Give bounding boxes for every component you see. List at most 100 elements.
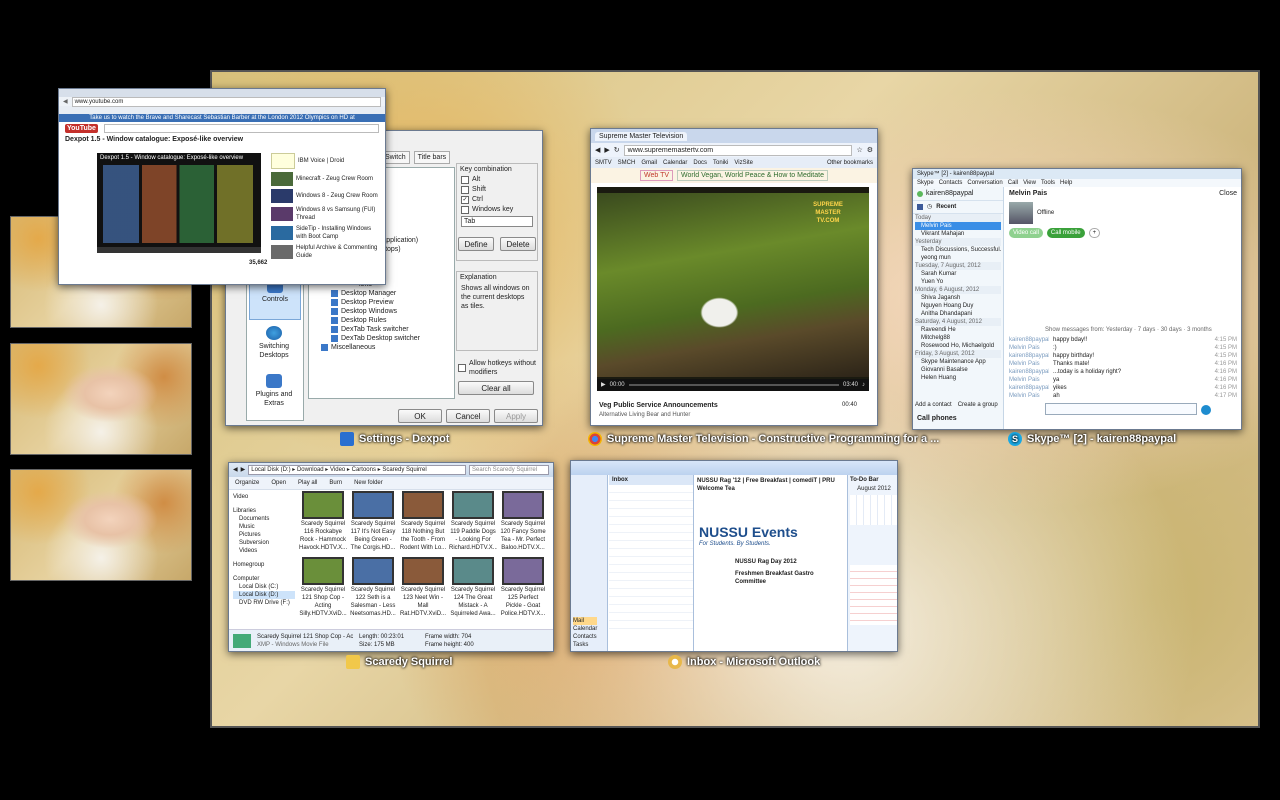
nav-item[interactable]: Music (233, 523, 295, 531)
related-video[interactable]: SideTip - Installing Windows with Boot C… (271, 225, 381, 241)
reload-icon[interactable]: ↻ (614, 146, 620, 155)
menu-item[interactable]: Conversation (967, 179, 1002, 187)
youtube-logo[interactable]: YouTube (65, 124, 98, 133)
nav-web-tv[interactable]: Web TV (640, 170, 674, 181)
contact-item[interactable]: Mitchelg88 (915, 334, 1001, 342)
related-video[interactable]: Windows 8 vs Samsung (FUI) Thread (271, 206, 381, 222)
call-phones-link[interactable]: Call phones (917, 414, 957, 423)
contact-item[interactable]: Skype Maintenance App (915, 358, 1001, 366)
bookmark[interactable]: Calendar (663, 159, 687, 167)
delete-button[interactable]: Delete (500, 237, 536, 251)
message-input[interactable] (1045, 403, 1197, 415)
nav-world-vegan[interactable]: World Vegan, World Peace & How to Medita… (677, 170, 828, 181)
youtube-search-input[interactable] (103, 124, 379, 133)
video-controls[interactable] (97, 247, 261, 253)
nav-item[interactable]: Pictures (233, 531, 295, 539)
contact-item[interactable]: Rosewood Ho, Michaelgold (915, 342, 1001, 350)
nav-mail[interactable]: Mail (573, 617, 598, 625)
breadcrumb-item[interactable]: Download (297, 467, 324, 473)
menu-item[interactable]: Tools (1041, 179, 1055, 187)
skype-profile[interactable]: kairen88paypal (913, 187, 1003, 200)
nav-item[interactable]: Subversion (233, 539, 295, 547)
tree-item[interactable]: Desktop Rules (331, 316, 420, 325)
message-history-filter[interactable]: Show messages from: Yesterday · 7 days ·… (1005, 240, 1241, 336)
wrench-icon[interactable]: ⚙ (867, 146, 873, 155)
video-player[interactable]: SUPREME MASTER TV.COM ▶ 00:00 03:40 ♪ (597, 187, 869, 391)
nav-calendar[interactable]: Calendar (573, 625, 597, 633)
contact-item[interactable]: Giovanni Basalse (915, 366, 1001, 374)
back-icon[interactable]: ◀ (595, 146, 600, 155)
menu-item[interactable]: Skype (917, 179, 934, 187)
explorer-caption[interactable]: Scaredy Squirrel (346, 655, 452, 669)
nav-item[interactable]: Libraries (233, 507, 295, 515)
nav-item[interactable]: Videos (233, 547, 295, 555)
related-video[interactable]: Helpful Archive & Commenting Guide (271, 244, 381, 260)
volume-icon[interactable]: ♪ (862, 381, 865, 389)
clear-all-button[interactable]: Clear all (458, 381, 534, 395)
recent-tab[interactable]: Recent (936, 203, 956, 211)
checkbox-alt[interactable]: Alt (461, 175, 533, 184)
menu-item[interactable]: Help (1060, 179, 1072, 187)
nav-item[interactable]: Local Disk (D:) (233, 591, 295, 599)
play-icon[interactable]: ▶ (601, 381, 606, 389)
video-controls[interactable]: ▶ 00:00 03:40 ♪ (597, 379, 869, 391)
checkbox-ctrl[interactable]: ✓ Ctrl (461, 195, 533, 204)
nav-item[interactable]: Local Disk (C:) (233, 583, 295, 591)
video-call-button[interactable]: Video call (1009, 228, 1043, 238)
bookmark[interactable]: Other bookmarks (827, 159, 873, 167)
message-rows[interactable] (609, 485, 693, 635)
tree-item[interactable]: Desktop Windows (331, 307, 420, 316)
sidebar-plugins[interactable]: Plugins and Extras (249, 370, 299, 416)
call-mobile-button[interactable]: Call mobile (1046, 228, 1085, 238)
nav-item[interactable]: Computer (233, 575, 295, 583)
tab-title-bars[interactable]: Title bars (413, 151, 451, 164)
ok-button[interactable]: OK (398, 409, 442, 423)
video-file[interactable]: Scaredy Squirrel 122 Seth is a Salesman … (349, 557, 397, 621)
explorer-window[interactable]: ◀ ▶ Local Disk (D:) ▸ Download ▸ Video ▸ … (228, 462, 554, 652)
bookmark[interactable]: Gmail (641, 159, 657, 167)
contact-item[interactable]: Vikrant Mahajan (915, 230, 1001, 238)
breadcrumb[interactable]: Local Disk (D:) ▸ Download ▸ Video ▸ Car… (248, 465, 466, 475)
skype-caption[interactable]: S Skype™ [2] - kairen88paypal (1008, 432, 1176, 446)
tree-item[interactable]: DexTab Desktop switcher (331, 334, 420, 343)
tree-item[interactable]: Miscellaneous (321, 343, 420, 352)
star-icon[interactable]: ☆ (856, 146, 862, 155)
chat-close-button[interactable]: Close (1219, 189, 1237, 198)
checkbox-windows-key[interactable]: Windows key (461, 205, 533, 214)
bookmark[interactable]: SMTV (595, 159, 612, 167)
nav-item[interactable]: Documents (233, 515, 295, 523)
nav-item[interactable]: Video (233, 493, 295, 501)
nav-item[interactable]: Homegroup (233, 561, 295, 569)
menu-item[interactable]: Contacts (939, 179, 963, 187)
nav-tasks[interactable]: Tasks (573, 641, 597, 649)
define-button[interactable]: Define (458, 237, 494, 251)
outlook-caption[interactable]: Inbox - Microsoft Outlook (668, 655, 820, 669)
video-file[interactable]: Scaredy Squirrel 116 Rockabye Rock - Ham… (299, 491, 347, 555)
video-file[interactable]: Scaredy Squirrel 125 Perfect Pickle - Go… (499, 557, 547, 621)
add-contact-button[interactable]: Add a contact (915, 401, 952, 409)
menu-item[interactable]: View (1023, 179, 1036, 187)
video-file[interactable]: Scaredy Squirrel 121 Shop Cop - Acting S… (299, 557, 347, 621)
contact-item[interactable]: Shiva Jagansh (915, 294, 1001, 302)
cancel-button[interactable]: Cancel (446, 409, 490, 423)
video-player[interactable]: Dexpot 1.5 - Window catalogue: Exposé-li… (97, 153, 261, 253)
bookmark[interactable]: Docs (693, 159, 707, 167)
virtual-desktop-thumbnail-2[interactable] (10, 343, 192, 455)
contact-item[interactable]: Yuen Yo (915, 278, 1001, 286)
video-file[interactable]: Scaredy Squirrel 120 Fancy Some Tea - Mr… (499, 491, 547, 555)
contact-item[interactable]: Helen Huang (915, 374, 1001, 382)
youtube-browser-window[interactable]: ◀ www.youtube.com Take us to watch the B… (58, 88, 386, 285)
url-field[interactable]: www.youtube.com (71, 96, 381, 107)
video-file[interactable]: Scaredy Squirrel 118 Nothing But the Too… (399, 491, 447, 555)
smtv-caption[interactable]: Supreme Master Television - Constructive… (588, 432, 939, 446)
apply-button[interactable]: Apply (494, 409, 538, 423)
contact-item[interactable]: Melvin Pais (915, 222, 1001, 230)
facebook-icon[interactable] (917, 204, 923, 210)
url-field[interactable]: www.suprememastertv.com (623, 144, 853, 156)
mini-calendar[interactable] (850, 495, 897, 525)
breadcrumb-item[interactable]: Video (330, 467, 345, 473)
back-icon[interactable]: ◀ (63, 98, 68, 106)
tree-item[interactable]: DexTab Task switcher (331, 325, 420, 334)
bookmark[interactable]: Toniki (713, 159, 728, 167)
contact-item[interactable]: Nguyen Hoang Duy (915, 302, 1001, 310)
